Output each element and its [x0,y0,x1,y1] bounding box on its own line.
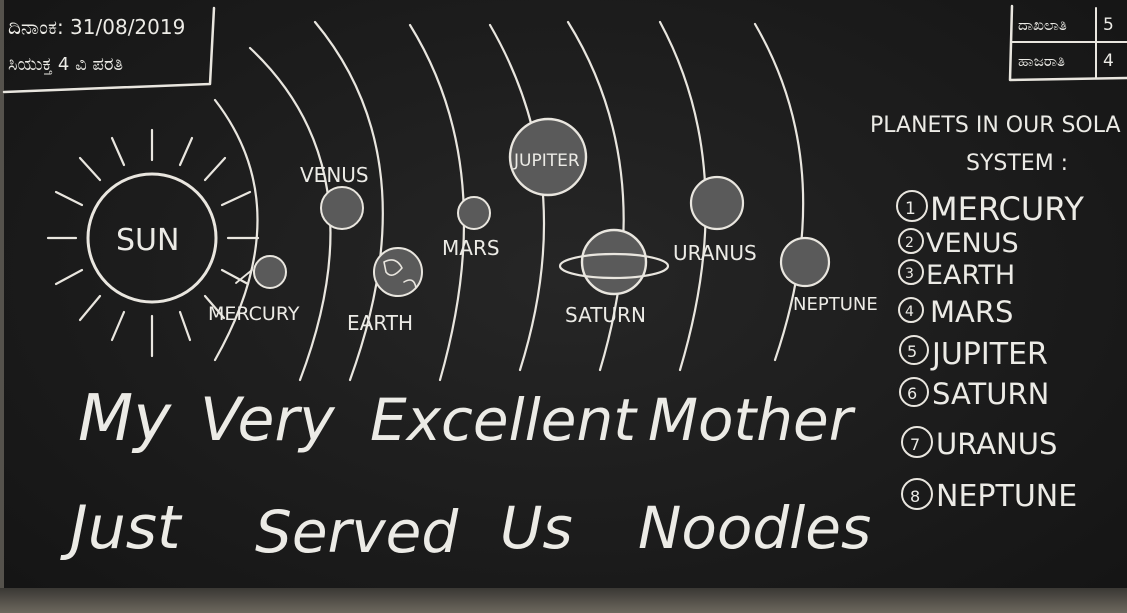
planet-venus: VENUS [300,163,369,230]
planet-list-title-line1: PLANETS IN OUR SOLA [870,113,1121,138]
planet-mercury: MERCURY [208,255,300,325]
mnemonic-word: Very [200,385,336,455]
planet-mars: MARS [442,196,500,260]
planet-label: MERCURY [208,303,300,325]
planet-label: URANUS [673,241,757,265]
date-note-line1: ದಿನಾಂಕ: 31/08/2019 [8,15,185,39]
planet-list-number: 2 [905,235,914,251]
planet-list-number: 5 [907,342,917,361]
planet-list-item: 3 EARTH [898,259,1015,291]
planet-list-name: URANUS [936,427,1057,461]
mnemonic-word: Just [60,493,183,563]
mnemonic: My Very Excellent Mother Just Served Us … [60,382,871,566]
planet-label: SATURN [565,303,646,327]
planet-list: PLANETS IN OUR SOLA SYSTEM : 1 MERCURY 2… [870,113,1121,514]
attendance-line1-value: 5 [1103,15,1114,35]
mnemonic-word: Excellent [370,386,638,454]
planet-list-item: 1 MERCURY [896,190,1084,228]
chalkboard: ದಿನಾಂಕ: 31/08/2019 ಸಿಯುಕ್ತ 4 ವಿ ಪರತಿ ದಾಖ… [0,0,1127,613]
planet-list-item: 5 JUPITER [899,335,1048,372]
planet-list-number: 7 [910,435,920,454]
mnemonic-word: My [78,382,172,456]
mnemonic-word: Us [500,494,573,562]
planet-list-title-line2: SYSTEM : [966,151,1068,176]
planet-list-item: 6 SATURN [899,377,1049,411]
planet-label: JUPITER [513,151,580,171]
mnemonic-word: Served [255,498,459,566]
planet-list-number: 1 [905,199,916,219]
planet-list-number: 8 [910,487,920,506]
planet-jupiter: JUPITER [508,117,588,197]
attendance-line2: ಹಾಜರಾತಿ [1018,52,1065,70]
planet-earth: EARTH [347,247,423,335]
planet-list-number: 3 [905,266,914,282]
planet-list-name: JUPITER [930,337,1048,372]
planet-list-name: NEPTUNE [936,479,1077,514]
mnemonic-word: Noodles [638,494,871,562]
attendance-line1: ದಾಖಲಾತಿ [1018,16,1067,34]
planet-saturn: SATURN [558,228,670,327]
date-note-line2: ಸಿಯುಕ್ತ 4 ವಿ ಪರತಿ [8,54,123,75]
mnemonic-word: Mother [648,386,856,454]
solar-system-drawing: ದಿನಾಂಕ: 31/08/2019 ಸಿಯುಕ್ತ 4 ವಿ ಪರತಿ ದಾಖ… [2,4,1127,566]
planet-list-name: MERCURY [930,190,1084,228]
planet-uranus: URANUS [673,175,757,265]
sun-label: SUN [116,223,179,258]
planet-label: VENUS [300,163,369,187]
planet-list-item: 8 NEPTUNE [901,478,1077,514]
planet-label: NEPTUNE [793,294,878,315]
planet-list-item: 7 URANUS [901,426,1057,461]
planet-list-item: 2 VENUS [898,228,1019,259]
planet-list-number: 4 [905,304,914,320]
planet-list-item: 4 MARS [898,295,1013,329]
planet-list-name: MARS [930,295,1013,329]
board-bottom-ledge [0,588,1127,613]
planet-list-name: VENUS [926,228,1019,259]
planet-list-number: 6 [907,384,917,403]
planet-neptune: NEPTUNE [779,236,878,315]
planet-list-name: EARTH [926,260,1015,291]
planet-label: EARTH [347,311,413,335]
planet-label: MARS [442,236,500,260]
attendance-line2-value: 4 [1103,51,1114,71]
planet-list-name: SATURN [932,377,1049,411]
attendance-note: ದಾಖಲಾತಿ 5 ಹಾಜರಾತಿ 4 [1008,4,1127,82]
date-note: ದಿನಾಂಕ: 31/08/2019 ಸಿಯುಕ್ತ 4 ವಿ ಪರತಿ [2,6,216,94]
